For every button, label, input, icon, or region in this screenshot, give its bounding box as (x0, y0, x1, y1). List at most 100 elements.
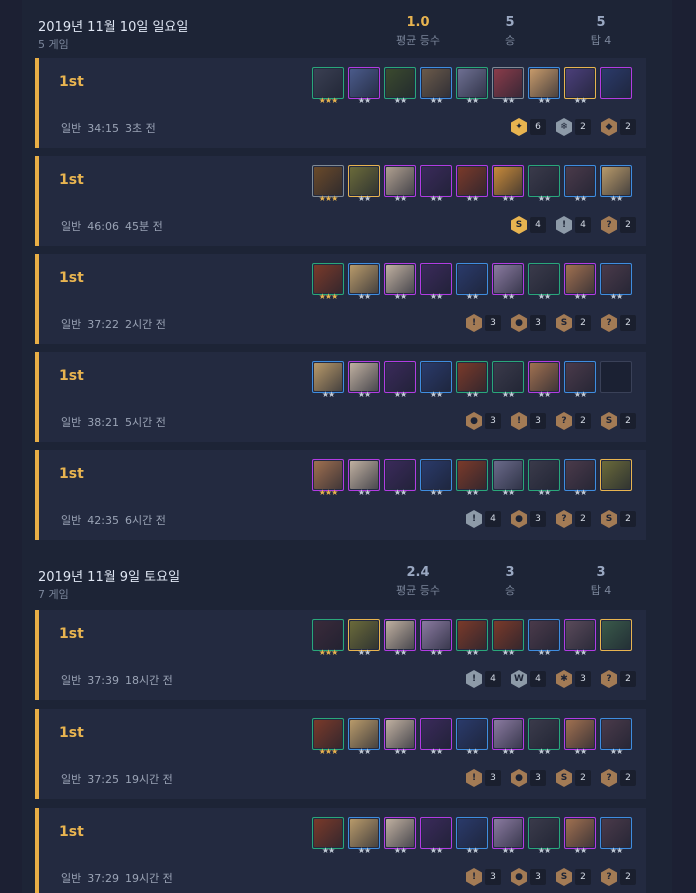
champion-portrait[interactable]: ★★ (348, 619, 380, 657)
champion-portrait[interactable]: ★★ (384, 459, 416, 497)
champion-portrait[interactable]: ★★ (348, 459, 380, 497)
trait-badge[interactable]: ✱ 3 (556, 670, 591, 688)
champion-portrait[interactable]: ★★ (456, 459, 488, 497)
champion-portrait[interactable]: ★★ (456, 718, 488, 756)
champion-portrait[interactable]: ★★ (420, 263, 452, 301)
champion-portrait[interactable]: ★★ (348, 361, 380, 399)
trait-badge[interactable]: ! 4 (466, 510, 501, 528)
trait-badge[interactable]: ! 4 (466, 670, 501, 688)
champion-portrait[interactable]: ★★ (492, 67, 524, 105)
champion-portrait[interactable]: ★★ (600, 718, 632, 756)
champion-portrait[interactable]: ★★ (492, 619, 524, 657)
champion-portrait[interactable]: ★★ (528, 263, 560, 301)
empty-champion-slot[interactable] (600, 361, 632, 393)
champion-portrait[interactable]: ★★ (420, 817, 452, 855)
champion-portrait[interactable]: ★★ (492, 361, 524, 399)
trait-badge[interactable]: ! 4 (556, 216, 591, 234)
champion-portrait[interactable]: ★★ (384, 718, 416, 756)
trait-badge[interactable]: ◆ 2 (601, 118, 636, 136)
champion-portrait[interactable]: ★★ (528, 361, 560, 399)
champion-portrait[interactable]: ★★ (456, 361, 488, 399)
champion-portrait[interactable]: ★★ (600, 263, 632, 301)
champion-portrait[interactable]: ★★ (420, 619, 452, 657)
champion-portrait[interactable]: ★★ (456, 67, 488, 105)
champion-portrait[interactable]: ★★★ (312, 263, 344, 301)
trait-badge[interactable]: ✦ 6 (511, 118, 546, 136)
champion-portrait[interactable]: ★★ (564, 67, 596, 105)
champion-portrait[interactable]: ★★ (564, 718, 596, 756)
trait-badge[interactable]: S2 (556, 868, 591, 886)
trait-badge[interactable]: ● 3 (466, 412, 501, 430)
match-card[interactable]: 1st 일반 34:15 3초 전 ★★★ ★★ ★★ ★★ ★★ ★★ ★★ ★★ ✦ 6 ❄ 2 ◆ 2 (35, 58, 646, 148)
champion-portrait[interactable]: ★★ (492, 459, 524, 497)
scrollbar[interactable] (688, 0, 696, 893)
champion-portrait[interactable]: ★★ (564, 459, 596, 497)
match-card[interactable]: 1st 일반 46:06 45분 전 ★★★ ★★ ★★ ★★ ★★ ★★ ★★ ★★ ★★ S 4! 4? 2 (35, 156, 646, 246)
champion-portrait[interactable]: ★★ (312, 361, 344, 399)
champion-portrait[interactable]: ★★ (348, 263, 380, 301)
trait-badge[interactable]: W4 (511, 670, 546, 688)
trait-badge[interactable]: ? 2 (601, 868, 636, 886)
champion-portrait[interactable]: ★★ (528, 165, 560, 203)
champion-portrait[interactable]: ★★ (564, 165, 596, 203)
trait-badge[interactable]: ? 2 (556, 412, 591, 430)
champion-portrait[interactable]: ★★ (600, 165, 632, 203)
champion-portrait[interactable]: ★★ (420, 361, 452, 399)
champion-portrait[interactable] (600, 619, 632, 651)
champion-portrait[interactable]: ★★ (384, 817, 416, 855)
champion-portrait[interactable]: ★★ (492, 263, 524, 301)
champion-portrait[interactable]: ★★ (528, 718, 560, 756)
champion-portrait[interactable]: ★★ (420, 165, 452, 203)
trait-badge[interactable]: S2 (556, 769, 591, 787)
champion-portrait[interactable] (600, 67, 632, 99)
trait-badge[interactable]: ● 3 (511, 868, 546, 886)
trait-badge[interactable]: ❄ 2 (556, 118, 591, 136)
champion-portrait[interactable]: ★★ (384, 67, 416, 105)
champion-portrait[interactable]: ★★ (348, 67, 380, 105)
champion-portrait[interactable]: ★★ (492, 165, 524, 203)
trait-badge[interactable]: ! 3 (466, 314, 501, 332)
match-card[interactable]: 1st 일반 37:25 19시간 전 ★★★ ★★ ★★ ★★ ★★ ★★ ★★ ★★ ★★! 3 ● 3 S… (35, 709, 646, 799)
champion-portrait[interactable]: ★★ (564, 361, 596, 399)
trait-badge[interactable]: ? 2 (601, 216, 636, 234)
champion-portrait[interactable]: ★★★ (312, 718, 344, 756)
champion-portrait[interactable]: ★★ (384, 361, 416, 399)
champion-portrait[interactable]: ★★ (384, 619, 416, 657)
champion-portrait[interactable]: ★★★ (312, 165, 344, 203)
trait-badge[interactable]: ! 3 (466, 769, 501, 787)
trait-badge[interactable]: S4 (511, 216, 546, 234)
trait-badge[interactable]: S2 (556, 314, 591, 332)
champion-portrait[interactable]: ★★ (528, 619, 560, 657)
trait-badge[interactable]: S2 (601, 412, 636, 430)
champion-portrait[interactable]: ★★ (456, 263, 488, 301)
match-card[interactable]: 1st 일반 37:39 18시간 전 ★★★ ★★ ★★ ★★ ★★ ★★ ★★ ★★! 4 W 4 ✱ 3?… (35, 610, 646, 700)
match-card[interactable]: 1st 일반 37:22 2시간 전 ★★★ ★★ ★★ ★★ ★★ ★★ ★★ ★★ ★★! 3 ● 3 S 2… (35, 254, 646, 344)
champion-portrait[interactable]: ★★ (456, 165, 488, 203)
champion-portrait[interactable]: ★★ (456, 619, 488, 657)
champion-portrait[interactable]: ★★ (384, 165, 416, 203)
trait-badge[interactable]: ● 3 (511, 510, 546, 528)
champion-portrait[interactable]: ★★★ (312, 67, 344, 105)
champion-portrait[interactable]: ★★ (312, 817, 344, 855)
champion-portrait[interactable]: ★★ (528, 459, 560, 497)
champion-portrait[interactable]: ★★ (348, 817, 380, 855)
champion-portrait[interactable]: ★★ (492, 718, 524, 756)
trait-badge[interactable]: ! 3 (511, 412, 546, 430)
trait-badge[interactable]: S2 (601, 510, 636, 528)
champion-portrait[interactable]: ★★ (528, 817, 560, 855)
champion-portrait[interactable]: ★★ (600, 817, 632, 855)
champion-portrait[interactable]: ★★ (456, 817, 488, 855)
champion-portrait[interactable]: ★★ (420, 718, 452, 756)
champion-portrait[interactable]: ★★ (384, 263, 416, 301)
champion-portrait[interactable]: ★★ (492, 817, 524, 855)
match-card[interactable]: 1st 일반 37:29 19시간 전 ★★ ★★ ★★ ★★ ★★ ★★ ★★ ★★ ★★! 3 ● 3 S 2… (35, 808, 646, 893)
trait-badge[interactable]: ? 2 (601, 769, 636, 787)
champion-portrait[interactable]: ★★ (528, 67, 560, 105)
champion-portrait[interactable]: ★★ (420, 459, 452, 497)
trait-badge[interactable]: ● 3 (511, 769, 546, 787)
trait-badge[interactable]: ● 3 (511, 314, 546, 332)
champion-portrait[interactable]: ★★★ (312, 619, 344, 657)
champion-portrait[interactable] (600, 459, 632, 491)
trait-badge[interactable]: ? 2 (601, 670, 636, 688)
champion-portrait[interactable]: ★★ (348, 165, 380, 203)
